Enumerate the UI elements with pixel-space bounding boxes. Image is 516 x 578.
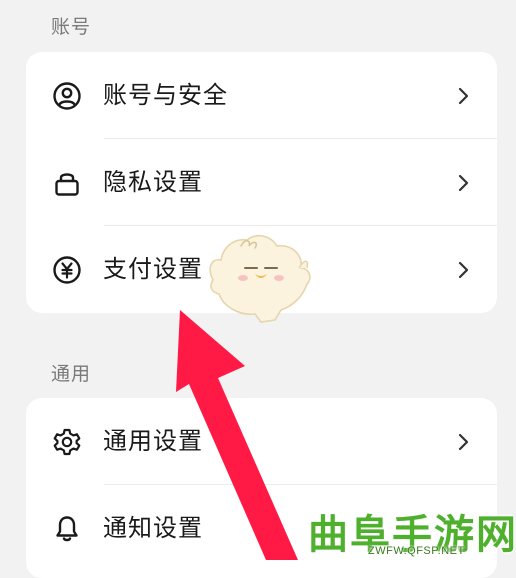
- menu-item-label: 通知设置: [103, 514, 203, 542]
- chevron-right-icon: [458, 174, 469, 192]
- section-title-general: 通用: [51, 363, 92, 385]
- menu-item-account-security[interactable]: 账号与安全: [26, 52, 497, 138]
- lock-icon: [55, 173, 79, 196]
- menu-item-label: 支付设置: [103, 255, 203, 283]
- menu-item-privacy[interactable]: 隐私设置: [26, 139, 497, 225]
- section-title-account: 账号: [51, 16, 92, 38]
- menu-item-payment[interactable]: 支付设置: [26, 226, 497, 312]
- chevron-right-icon: [458, 261, 469, 279]
- user-circle-icon: [53, 82, 81, 110]
- yen-icon: [53, 256, 81, 284]
- site-watermark: 曲阜手游网 ZWFW.QFSP.NET: [296, 500, 516, 560]
- menu-item-label: 账号与安全: [103, 81, 228, 109]
- menu-item-label: 通用设置: [103, 427, 203, 455]
- chevron-right-icon: [458, 433, 469, 451]
- chevron-right-icon: [458, 87, 469, 105]
- gear-icon: [53, 428, 81, 456]
- menu-item-general[interactable]: 通用设置: [26, 398, 497, 484]
- account-settings-card: 账号与安全 隐私设置 支付设置: [26, 52, 497, 313]
- menu-item-label: 隐私设置: [103, 168, 203, 196]
- watermark-domain: ZWFW.QFSP.NET: [368, 545, 465, 557]
- bell-icon: [56, 516, 78, 542]
